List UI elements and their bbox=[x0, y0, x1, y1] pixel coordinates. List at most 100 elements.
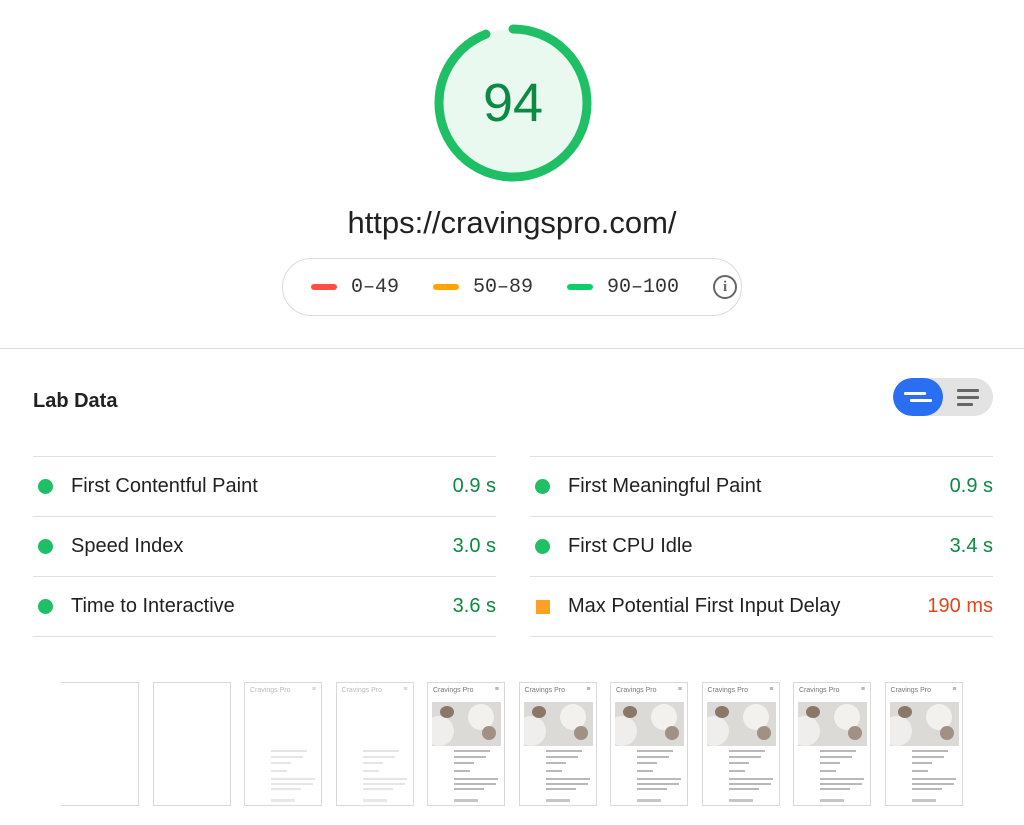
frame-read-more-button bbox=[637, 799, 661, 802]
filmstrip-frame: Cravings Pro ≡ bbox=[793, 682, 871, 806]
frame-text-line bbox=[637, 770, 653, 772]
frame-text-line bbox=[545, 750, 582, 752]
frame-menu-icon: ≡ bbox=[677, 686, 682, 693]
frame-image-shape bbox=[897, 706, 912, 718]
description-lines-icon-line bbox=[957, 402, 973, 406]
frame-text-line bbox=[362, 783, 405, 785]
legend-fail-label: 0–49 bbox=[351, 275, 400, 299]
frame-text-line bbox=[728, 778, 773, 780]
frame-text-line bbox=[545, 762, 566, 764]
description-view-button[interactable] bbox=[943, 378, 993, 416]
frame-site-name: Cravings Pro bbox=[799, 687, 840, 694]
metrics-column-left: First Contentful Paint 0.9 s Speed Index… bbox=[33, 456, 496, 637]
legend-pass-label: 90–100 bbox=[607, 275, 680, 299]
metric-name: Time to Interactive bbox=[71, 595, 235, 617]
frame-hero-image bbox=[432, 702, 501, 746]
frame-text-line bbox=[728, 788, 759, 790]
frame-text-line bbox=[911, 750, 948, 752]
frame-text-line bbox=[637, 783, 679, 785]
metric-first-contentful-paint: First Contentful Paint 0.9 s bbox=[33, 456, 496, 516]
frame-site-name: Cravings Pro bbox=[341, 687, 382, 694]
filmstrip-frame bbox=[61, 682, 139, 806]
filmstrip-frame: Cravings Pro ≡ bbox=[884, 682, 963, 806]
frame-image-shape bbox=[939, 726, 954, 740]
frame-image-shape bbox=[440, 706, 454, 718]
frame-site-name: Cravings Pro bbox=[616, 687, 657, 694]
frame-text-line bbox=[362, 788, 393, 790]
frame-text-line bbox=[545, 770, 562, 772]
frame-image-shape bbox=[531, 706, 546, 718]
frame-image-shape bbox=[523, 716, 546, 746]
legend-average-marker bbox=[433, 284, 460, 290]
frame-image-shape bbox=[432, 716, 454, 746]
frame-text-line bbox=[362, 778, 407, 780]
section-divider bbox=[0, 348, 1024, 349]
frame-text-line bbox=[637, 778, 681, 780]
filmstrip: Cravings Pro ≡ Cravings Pro ≡ Cravings Pro ≡ C… bbox=[0, 682, 1024, 808]
filmstrip-frame: Cravings Pro ≡ bbox=[244, 682, 322, 806]
legend-item-average: 50–89 bbox=[433, 276, 533, 299]
frame-text-line bbox=[362, 750, 399, 752]
legend-item-pass: 90–100 bbox=[567, 276, 679, 299]
frame-text-line bbox=[911, 756, 944, 758]
frame-text-line bbox=[545, 756, 578, 758]
metric-value: 3.4 s bbox=[949, 535, 993, 557]
metric-value: 3.0 s bbox=[452, 535, 496, 557]
frame-read-more-button bbox=[728, 799, 753, 802]
frame-site-name: Cravings Pro bbox=[433, 687, 474, 694]
frame-text-line bbox=[637, 750, 673, 752]
frame-text-line bbox=[728, 750, 765, 752]
frame-image-shape bbox=[806, 706, 820, 718]
frame-image-shape bbox=[573, 726, 588, 740]
frame-image-shape bbox=[756, 726, 771, 740]
average-indicator-icon bbox=[536, 599, 550, 614]
metrics-view-toggle[interactable] bbox=[893, 378, 993, 416]
frame-image-shape bbox=[623, 706, 637, 718]
frame-hero-image bbox=[889, 702, 959, 746]
frame-image-shape bbox=[615, 716, 637, 746]
frame-image-shape bbox=[848, 726, 862, 740]
frame-menu-icon: ≡ bbox=[952, 686, 957, 693]
frame-text-line bbox=[820, 778, 864, 780]
score-value: 94 bbox=[482, 73, 544, 133]
summary-lines-icon-line bbox=[910, 399, 932, 402]
frame-text-line bbox=[911, 783, 954, 785]
summary-view-button[interactable] bbox=[893, 378, 943, 416]
frame-text-line bbox=[271, 756, 303, 758]
frame-text-line bbox=[820, 788, 850, 790]
frame-text-line bbox=[271, 770, 287, 772]
summary-lines-icon bbox=[904, 392, 926, 395]
frame-text-line bbox=[545, 788, 576, 790]
metric-speed-index: Speed Index 3.0 s bbox=[33, 516, 496, 576]
metric-max-potential-fid: Max Potential First Input Delay 190 ms bbox=[530, 576, 993, 637]
description-lines-icon bbox=[957, 388, 979, 392]
frame-text-line bbox=[820, 762, 840, 764]
description-lines-icon-line bbox=[957, 395, 979, 399]
frame-text-line bbox=[728, 756, 761, 758]
frame-text-line bbox=[362, 762, 383, 764]
frame-menu-icon: ≡ bbox=[403, 686, 408, 693]
pass-indicator-icon bbox=[38, 479, 53, 494]
frame-read-more-button bbox=[362, 799, 387, 802]
frame-hero-image bbox=[523, 702, 593, 746]
frame-text-line bbox=[637, 756, 669, 758]
frame-text-line bbox=[820, 770, 836, 772]
frame-menu-icon: ≡ bbox=[860, 686, 865, 693]
filmstrip-frame: Cravings Pro ≡ bbox=[610, 682, 688, 806]
frame-site-name: Cravings Pro bbox=[890, 687, 931, 694]
frame-text-line bbox=[911, 762, 932, 764]
legend-item-fail: 0–49 bbox=[311, 276, 399, 299]
frame-text-line bbox=[271, 762, 291, 764]
frame-text-line bbox=[820, 756, 852, 758]
filmstrip-frame bbox=[152, 682, 231, 806]
frame-text-line bbox=[911, 788, 942, 790]
filmstrip-frame: Cravings Pro ≡ bbox=[335, 682, 414, 806]
frame-hero-image bbox=[798, 702, 867, 746]
frame-text-line bbox=[545, 783, 588, 785]
frame-text-line bbox=[911, 770, 928, 772]
metrics-column-right: First Meaningful Paint 0.9 s First CPU I… bbox=[530, 456, 993, 637]
performance-score-gauge: 94 bbox=[430, 20, 596, 186]
frame-image-shape bbox=[889, 716, 912, 746]
info-icon[interactable]: i bbox=[713, 275, 738, 299]
frame-text-line bbox=[454, 783, 496, 785]
